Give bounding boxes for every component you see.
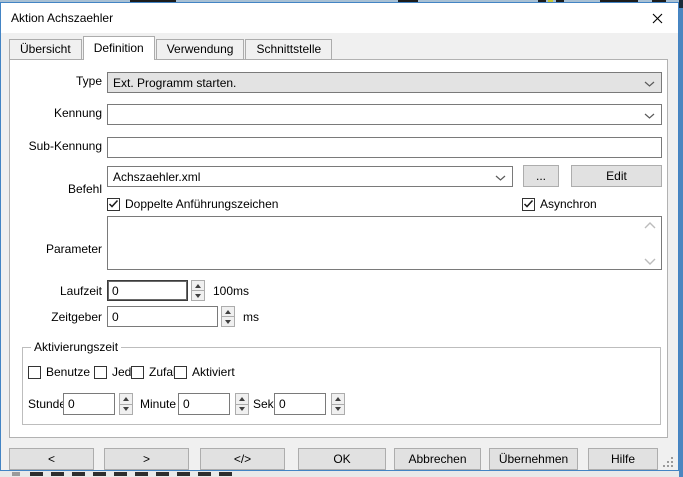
tab-strip: Übersicht Definition Verwendung Schnitts… <box>9 36 333 60</box>
cancel-button[interactable]: Abbrechen <box>394 448 481 470</box>
spin-down-icon <box>239 407 245 411</box>
spin-down-button[interactable] <box>191 290 205 301</box>
befehl-combobox[interactable]: Achszaehler.xml <box>107 166 513 187</box>
scroll-down-icon[interactable] <box>644 258 656 265</box>
parameter-label: Parameter <box>10 242 102 256</box>
type-combobox-value: Ext. Programm starten. <box>113 76 236 90</box>
background-window-right-edge <box>679 0 683 477</box>
edit-button[interactable]: Edit <box>571 165 662 187</box>
spin-down-icon <box>335 407 341 411</box>
spin-down-button[interactable] <box>235 404 249 416</box>
laufzeit-spinner <box>191 280 205 301</box>
background-artifact <box>12 472 20 476</box>
checkbox-label: Asynchron <box>540 197 597 211</box>
close-button[interactable] <box>642 6 672 30</box>
help-button[interactable]: Hilfe <box>588 448 658 470</box>
apply-button[interactable]: Übernehmen <box>489 448 578 470</box>
zeitgeber-input[interactable] <box>107 306 218 327</box>
spin-up-icon <box>335 397 341 401</box>
close-icon <box>652 13 663 24</box>
checkbox-box <box>174 366 187 379</box>
laufzeit-label: Laufzeit <box>10 284 102 298</box>
zeitgeber-spinner <box>221 306 235 327</box>
kennung-label: Kennung <box>10 106 102 120</box>
tab-schnittstelle[interactable]: Schnittstelle <box>245 39 332 60</box>
background-window-bottom-edge <box>0 471 679 477</box>
spin-down-button[interactable] <box>119 404 133 416</box>
checkbox-box <box>131 366 144 379</box>
tab-uebersicht[interactable]: Übersicht <box>9 39 82 60</box>
stunde-label: Stunde <box>28 397 66 411</box>
sub-kennung-input[interactable] <box>107 137 662 158</box>
zufall-checkbox[interactable]: Zufall <box>131 365 178 379</box>
tab-verwendung[interactable]: Verwendung <box>156 39 245 60</box>
spin-up-icon <box>239 397 245 401</box>
spin-down-button[interactable] <box>331 404 345 416</box>
background-clipped-text <box>30 472 235 476</box>
minute-spinner <box>235 393 249 415</box>
stunde-spinner <box>119 393 133 415</box>
checkbox-label: Aktiviert <box>192 365 235 379</box>
spin-up-icon <box>195 284 201 288</box>
browse-button[interactable]: ... <box>523 165 559 187</box>
sek-spinner <box>331 393 345 415</box>
minute-label: Minute <box>140 397 176 411</box>
ok-button[interactable]: OK <box>298 448 386 470</box>
window-title: Aktion Achszaehler <box>11 3 113 33</box>
spin-down-icon <box>195 294 201 298</box>
back-button[interactable]: < <box>9 448 94 470</box>
spin-down-icon <box>123 407 129 411</box>
tab-definition[interactable]: Definition <box>83 36 155 60</box>
code-button[interactable]: </> <box>200 448 285 470</box>
checkbox-box <box>94 366 107 379</box>
laufzeit-input[interactable] <box>107 280 188 301</box>
asynchron-checkbox[interactable]: Asynchron <box>522 197 597 211</box>
zeitgeber-unit: ms <box>243 310 259 324</box>
type-label: Type <box>10 74 102 88</box>
aktiviert-checkbox[interactable]: Aktiviert <box>174 365 235 379</box>
aktivierungszeit-group: Aktivierungszeit Benutze Jede Zufall Akt… <box>22 347 661 425</box>
checkbox-label: Doppelte Anführungszeichen <box>125 197 278 211</box>
spin-down-icon <box>225 320 231 324</box>
zeitgeber-label: Zeitgeber <box>10 310 102 324</box>
sub-kennung-label: Sub-Kennung <box>10 139 102 153</box>
forward-button[interactable]: > <box>104 448 189 470</box>
checkbox-box <box>28 366 41 379</box>
title-bar: Aktion Achszaehler <box>1 3 678 33</box>
spin-up-icon <box>123 397 129 401</box>
spin-up-icon <box>225 310 231 314</box>
checkbox-label: Benutze <box>46 365 90 379</box>
checkbox-box <box>522 198 535 211</box>
scroll-up-icon[interactable] <box>644 222 656 229</box>
aktivierungszeit-group-title: Aktivierungszeit <box>31 340 121 354</box>
befehl-combobox-value: Achszaehler.xml <box>113 170 200 184</box>
background-artifact <box>679 0 683 8</box>
sek-input[interactable] <box>274 393 326 415</box>
stunde-input[interactable] <box>63 393 115 415</box>
parameter-textarea[interactable] <box>107 216 662 270</box>
befehl-label: Befehl <box>10 182 102 196</box>
chevron-down-icon <box>644 113 655 119</box>
spin-down-button[interactable] <box>221 316 235 327</box>
dialog-aktion-achszaehler: Aktion Achszaehler Übersicht Definition … <box>0 2 679 471</box>
doppelte-anfuehrungszeichen-checkbox[interactable]: Doppelte Anführungszeichen <box>107 197 278 211</box>
type-combobox[interactable]: Ext. Programm starten. <box>107 72 662 93</box>
checkbox-box <box>107 198 120 211</box>
check-icon <box>523 199 534 209</box>
minute-input[interactable] <box>178 393 230 415</box>
benutze-checkbox[interactable]: Benutze <box>28 365 90 379</box>
kennung-combobox[interactable] <box>107 104 662 125</box>
laufzeit-unit: 100ms <box>213 284 249 298</box>
check-icon <box>108 199 119 209</box>
tab-page-definition: Type Ext. Programm starten. Kennung Sub-… <box>9 59 668 438</box>
chevron-down-icon <box>495 175 506 181</box>
chevron-down-icon <box>644 81 655 87</box>
resize-grip[interactable] <box>663 457 673 467</box>
